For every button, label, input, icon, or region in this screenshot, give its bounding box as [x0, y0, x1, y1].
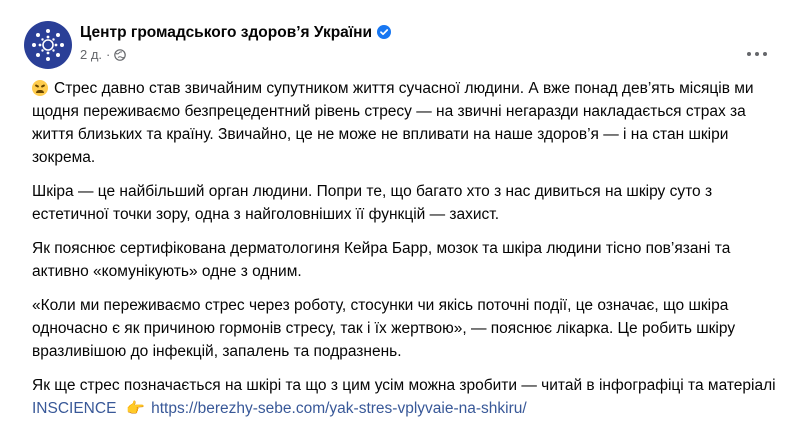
public-health-logo-icon: [32, 29, 64, 61]
stressed-face-emoji-icon: [32, 80, 48, 96]
globe-icon[interactable]: [114, 49, 127, 61]
page-name-link[interactable]: Центр громадського здоров’я України: [80, 24, 372, 41]
post-paragraph-4: «Коли ми переживаємо стрес через роботу,…: [32, 297, 736, 360]
article-url-link[interactable]: https://berezhy-sebe.com/yak-stres-vplyv…: [151, 400, 527, 417]
post-paragraph-3: Як пояснює сертифікована дерматологиня К…: [32, 240, 731, 280]
post-paragraph-2: Шкіра — це найбільший орган людини. Попр…: [32, 183, 713, 223]
more-horizontal-icon-dot: [755, 52, 759, 56]
post-meta: 2 д. ·: [80, 47, 127, 62]
post-timestamp[interactable]: 2 д.: [80, 47, 102, 62]
more-horizontal-icon: [747, 52, 751, 56]
inscience-link[interactable]: INSCIENCE: [32, 400, 116, 417]
more-horizontal-icon-dot: [763, 52, 767, 56]
meta-separator: ·: [106, 47, 111, 62]
facebook-post: Центр громадського здоров’я України 2 д.…: [0, 0, 795, 417]
post-header: Центр громадського здоров’я України 2 д.…: [16, 12, 779, 69]
post-body: Стрес давно став звичайним супутником жи…: [32, 77, 782, 431]
page-name-row: Центр громадського здоров’я України: [80, 24, 392, 42]
paragraph-1-text: Стрес давно став звичайним супутником жи…: [32, 80, 754, 166]
paragraph-5-text: Як ще стрес позначається на шкірі та що …: [32, 377, 776, 394]
post-paragraph-5: Як ще стрес позначається на шкірі та що …: [32, 374, 782, 420]
verified-badge-icon: [377, 25, 392, 39]
post-paragraph-1: Стрес давно став звичайним супутником жи…: [32, 77, 782, 169]
page-avatar[interactable]: [24, 21, 72, 69]
post-options-button[interactable]: [739, 36, 775, 72]
